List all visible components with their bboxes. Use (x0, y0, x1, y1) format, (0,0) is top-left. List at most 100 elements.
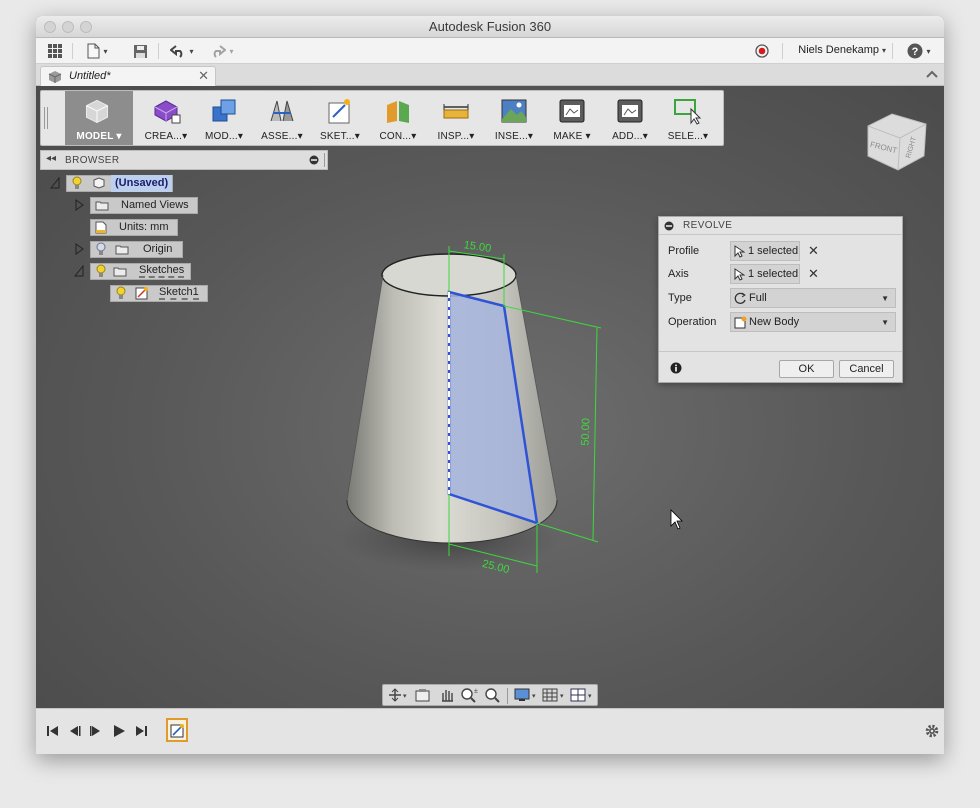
browser-pin-icon[interactable] (309, 155, 319, 165)
axis-value: 1 selected (748, 268, 799, 280)
add-ins-menu[interactable]: ADD...▾ (601, 91, 659, 145)
browser-root-item[interactable]: (Unsaved) (50, 174, 174, 192)
toolbar-grip[interactable] (44, 107, 48, 129)
collapsed-triangle-icon[interactable] (74, 199, 84, 211)
add-ins-icon (617, 99, 643, 123)
timeline-bar (36, 708, 944, 754)
collapsed-triangle-icon[interactable] (74, 243, 84, 255)
type-label: Type (668, 292, 692, 304)
browser-resize-handle[interactable] (324, 153, 327, 167)
create-menu[interactable]: CREA...▾ (137, 91, 195, 145)
zoom-icon[interactable]: ± (459, 687, 479, 703)
gear-icon[interactable] (924, 723, 940, 739)
type-dropdown[interactable]: Full ▼ (730, 288, 896, 308)
svg-text:±: ± (474, 688, 478, 695)
step-back-icon[interactable] (66, 722, 84, 740)
assemble-menu[interactable]: ASSE...▾ (253, 91, 311, 145)
view-cube[interactable]: FRONT RIGHT (862, 106, 930, 174)
axis-selector[interactable]: 1 selected (730, 264, 800, 284)
chevron-down-icon: ▼ (881, 294, 889, 303)
profile-row: Profile 1 selected ✕ (668, 241, 896, 261)
select-cursor-icon (734, 245, 745, 258)
insert-menu[interactable]: INSE...▾ (485, 91, 543, 145)
visibility-bulb-icon[interactable] (115, 286, 127, 300)
sketch-menu[interactable]: SKET...▾ (311, 91, 369, 145)
user-name: Niels Denekamp (798, 44, 879, 56)
visibility-bulb-off-icon[interactable] (95, 242, 107, 256)
chevron-down-icon: ▼ (881, 318, 889, 327)
redo-icon (214, 45, 227, 58)
clear-profile-icon[interactable]: ✕ (808, 243, 819, 259)
record-button[interactable] (752, 41, 772, 61)
close-window-button[interactable] (44, 21, 56, 33)
operation-dropdown[interactable]: New Body ▼ (730, 312, 896, 332)
model-workspace-icon (85, 99, 109, 123)
browser-panel-header: ◂◂ BROWSER (40, 150, 328, 170)
canvas-viewport[interactable]: 15.00 50.00 25.00 MODEL ▾ CREA...▾ MOD..… (36, 86, 944, 708)
dialog-title: REVOLVE (683, 220, 733, 231)
visibility-bulb-icon[interactable] (71, 176, 83, 190)
save-button[interactable] (130, 41, 150, 61)
ok-button[interactable]: OK (779, 360, 834, 378)
play-icon[interactable] (110, 722, 128, 740)
file-menu-button[interactable]: ▾ (82, 41, 112, 61)
sketch-icon (170, 724, 184, 738)
select-cursor-icon (734, 268, 745, 281)
type-value: Full (749, 292, 767, 304)
construct-menu[interactable]: CON...▾ (369, 91, 427, 145)
make-menu[interactable]: MAKE ▾ (543, 91, 601, 145)
display-settings-icon[interactable]: ▾ (513, 687, 539, 703)
browser-item-units[interactable]: Units: mm (90, 218, 178, 236)
insert-icon (501, 99, 527, 123)
orbit-icon[interactable]: ▾ (387, 687, 407, 703)
data-panel-button[interactable] (44, 41, 66, 61)
browser-item-named-views[interactable]: Named Views (74, 196, 198, 214)
modify-menu[interactable]: MOD...▾ (195, 91, 253, 145)
look-at-icon[interactable] (413, 687, 433, 703)
document-cube-icon (48, 71, 62, 83)
browser-item-sketches[interactable]: Sketches (74, 262, 192, 280)
window-title: Autodesk Fusion 360 (428, 19, 552, 34)
clear-axis-icon[interactable]: ✕ (808, 266, 819, 282)
browser-item-label: Sketches (139, 264, 185, 278)
help-menu-button[interactable]: ? ▾ (904, 41, 934, 61)
close-tab-icon[interactable]: ✕ (198, 68, 209, 84)
visibility-bulb-icon[interactable] (95, 264, 107, 278)
select-menu[interactable]: SELE...▾ (659, 91, 717, 145)
play-back-icon[interactable] (88, 722, 106, 740)
workspace-model-button[interactable]: MODEL ▾ (65, 91, 133, 145)
redo-button[interactable]: ▾ (206, 41, 238, 61)
zoom-window-button[interactable] (80, 21, 92, 33)
pan-hand-icon[interactable] (437, 687, 457, 703)
collapse-dialog-icon[interactable] (664, 221, 674, 231)
navigation-bar: ▾ ± ▾ ▾ ▾ (382, 684, 598, 706)
timeline-sketch-feature[interactable] (166, 718, 188, 742)
go-to-start-icon[interactable] (44, 722, 62, 740)
create-icon (154, 100, 181, 124)
units-document-icon (95, 221, 107, 233)
cancel-button[interactable]: Cancel (839, 360, 894, 378)
browser-item-label: Origin (143, 243, 173, 255)
info-icon[interactable] (670, 362, 682, 374)
browser-item-sketch1[interactable]: Sketch1 (110, 284, 208, 302)
inspect-icon (443, 104, 469, 119)
browser-item-label: Named Views (121, 199, 189, 211)
grid-settings-icon[interactable]: ▾ (541, 687, 567, 703)
undo-button[interactable]: ▾ (166, 41, 198, 61)
user-menu[interactable]: Niels Denekamp ▾ (798, 44, 886, 56)
save-icon (133, 44, 147, 58)
inspect-menu[interactable]: INSP...▾ (427, 91, 485, 145)
expanded-triangle-icon[interactable] (74, 265, 84, 277)
collapse-browser-icon[interactable]: ◂◂ (46, 153, 56, 164)
minimize-window-button[interactable] (62, 21, 74, 33)
browser-item-origin[interactable]: Origin (74, 240, 184, 258)
document-tab[interactable]: Untitled* ✕ (40, 66, 216, 86)
expanded-triangle-icon[interactable] (50, 177, 60, 189)
collapse-icon[interactable] (926, 69, 938, 79)
fit-zoom-icon[interactable] (483, 687, 503, 703)
go-to-end-icon[interactable] (132, 722, 150, 740)
profile-selector[interactable]: 1 selected (730, 241, 800, 261)
mouse-cursor (670, 509, 683, 530)
svg-text:▾: ▾ (588, 693, 592, 700)
viewports-icon[interactable]: ▾ (569, 687, 595, 703)
